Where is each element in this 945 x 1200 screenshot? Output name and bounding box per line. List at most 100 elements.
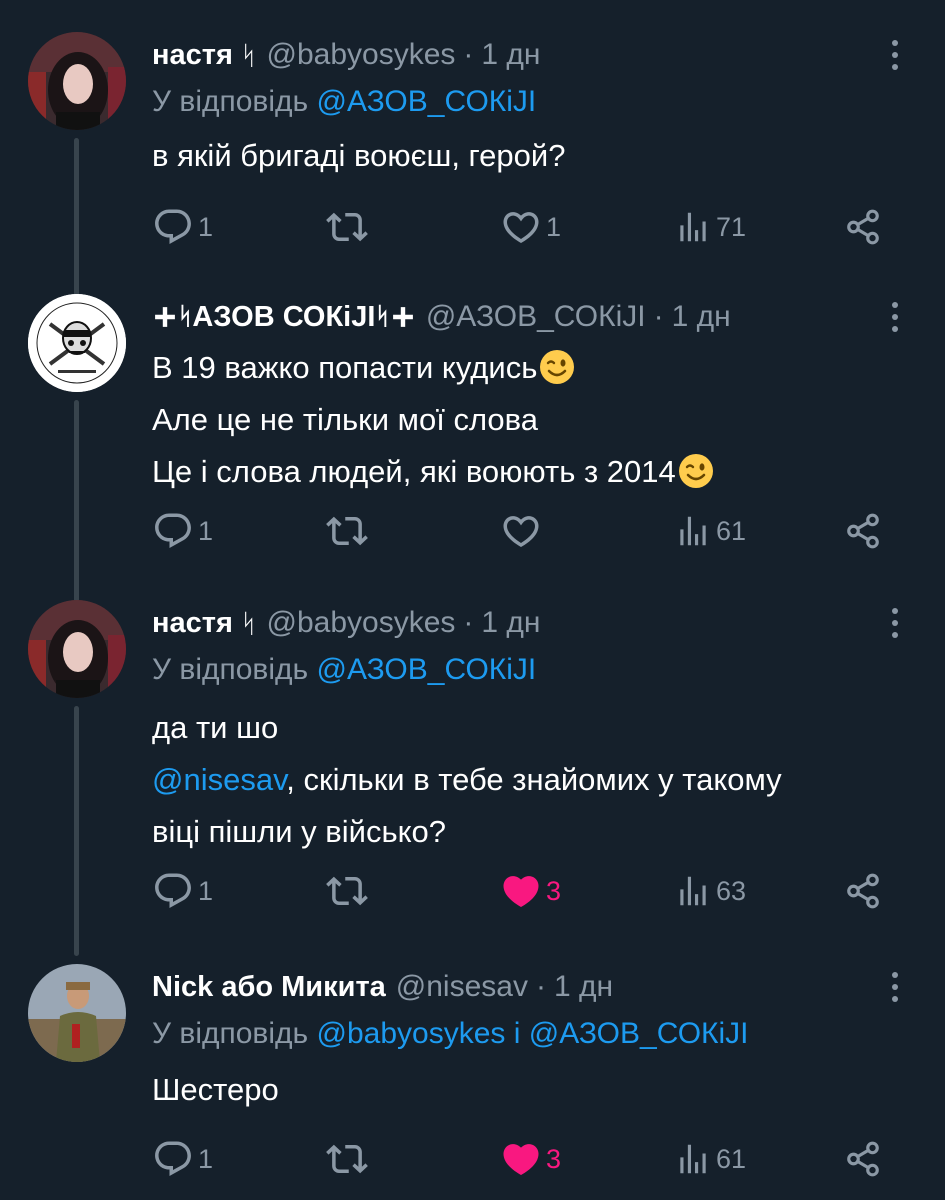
share-button[interactable] [844, 202, 882, 252]
more-options-icon[interactable] [885, 32, 905, 78]
view-count: 61 [716, 515, 747, 546]
avatar[interactable] [28, 600, 126, 698]
like-count: 3 [546, 1143, 562, 1174]
tweet-text: в якій бригаді воюєш, герой? [152, 130, 905, 182]
retweet-button[interactable] [326, 202, 372, 252]
timestamp[interactable]: 1 дн [554, 970, 613, 1004]
avatar[interactable] [28, 294, 126, 392]
reply-mention-link[interactable]: @АЗОВ_СОКiJI [529, 1017, 749, 1050]
reply-count: 1 [198, 211, 214, 242]
retweet-icon [326, 510, 368, 552]
tweet[interactable]: ᛋ АЗОВ СОКiJI ᛋ @АЗОВ_СОКiJI · 1 дн В 19… [0, 294, 945, 606]
separator-dot: · [653, 300, 664, 333]
retweet-icon [326, 1138, 368, 1180]
reply-joiner: і [513, 1017, 521, 1050]
retweet-button[interactable] [326, 506, 372, 556]
more-options-icon[interactable] [885, 294, 905, 340]
reply-icon [152, 1138, 194, 1180]
heart-icon [500, 1138, 542, 1180]
like-button[interactable]: 3 [500, 1134, 561, 1184]
share-icon [844, 512, 882, 550]
mention-link[interactable]: @nisesav [152, 762, 286, 797]
views-icon [674, 872, 712, 910]
thread-line [74, 400, 79, 606]
view-count: 61 [716, 1143, 747, 1174]
like-button[interactable]: 1 [500, 202, 561, 252]
tweet-line: В 19 важко попасти кудись [152, 342, 905, 394]
reply-button[interactable]: 1 [152, 1134, 213, 1184]
heart-icon [500, 870, 542, 912]
reply-button[interactable]: 1 [152, 866, 213, 916]
username[interactable]: @babyosykes [267, 38, 456, 72]
views-button[interactable]: 63 [674, 866, 746, 916]
tweet-header: настя ᛋ @babyosykes · 1 дн [152, 600, 905, 646]
views-icon [674, 512, 712, 550]
views-button[interactable]: 71 [674, 202, 746, 252]
views-button[interactable]: 61 [674, 1134, 746, 1184]
action-bar: 1 61 [152, 506, 905, 556]
reply-button[interactable]: 1 [152, 202, 213, 252]
share-button[interactable] [844, 1134, 882, 1184]
share-icon [844, 1140, 882, 1178]
winking-face-emoji [678, 453, 714, 489]
reply-count: 1 [198, 875, 214, 906]
tweet-line: Але це не тільки мої слова [152, 402, 538, 437]
more-options-icon[interactable] [885, 600, 905, 646]
share-icon [844, 208, 882, 246]
share-button[interactable] [844, 866, 882, 916]
reply-mention-link[interactable]: @babyosykes [317, 1017, 506, 1050]
reply-thread: настя ᛋ @babyosykes · 1 дн У відповідь @… [0, 0, 945, 1200]
views-button[interactable]: 61 [674, 506, 746, 556]
tweet-header: Nick або Микита @nisesav · 1 дн [152, 964, 905, 1010]
username[interactable]: @babyosykes [267, 606, 456, 640]
timestamp[interactable]: 1 дн [481, 38, 540, 72]
separator-dot: · [463, 38, 474, 71]
username[interactable]: @АЗОВ_СОКiJI [426, 300, 646, 334]
like-button[interactable]: 3 [500, 866, 561, 916]
reply-button[interactable]: 1 [152, 506, 213, 556]
name-symbol: ᛋ [240, 39, 257, 70]
tweet[interactable]: настя ᛋ @babyosykes · 1 дн У відповідь @… [0, 600, 945, 956]
name-symbol: ᛋ [240, 607, 257, 638]
more-options-icon[interactable] [885, 964, 905, 1010]
retweet-button[interactable] [326, 866, 372, 916]
tweet-line: віці пішли у військо? [152, 814, 447, 849]
like-count: 3 [546, 875, 562, 906]
tweet-line-text: Це і слова людей, які воюють з 2014 [152, 454, 676, 489]
name-rune-icon: ᛋ [178, 303, 193, 330]
like-count: 1 [546, 211, 562, 242]
cross-icon [392, 306, 414, 328]
display-name[interactable]: АЗОВ СОКiJI [192, 301, 375, 334]
reply-mention-link[interactable]: @АЗОВ_СОКiJI [317, 653, 537, 686]
avatar[interactable] [28, 964, 126, 1062]
display-name[interactable]: Nick або Микита [152, 971, 386, 1004]
avatar[interactable] [28, 32, 126, 130]
tweet-header: ᛋ АЗОВ СОКiJI ᛋ @АЗОВ_СОКiJI · 1 дн [152, 294, 905, 340]
tweet[interactable]: настя ᛋ @babyosykes · 1 дн У відповідь @… [0, 32, 945, 328]
display-name[interactable]: настя [152, 39, 233, 72]
retweet-button[interactable] [326, 1134, 372, 1184]
tweet-line: Шестеро [152, 1072, 279, 1107]
reply-mention-link[interactable]: @АЗОВ_СОКiJI [317, 85, 537, 118]
reply-icon [152, 510, 194, 552]
like-button[interactable] [500, 506, 546, 556]
action-bar: 1 3 63 [152, 866, 905, 916]
views-icon [674, 1140, 712, 1178]
timestamp[interactable]: 1 дн [672, 300, 731, 334]
share-button[interactable] [844, 506, 882, 556]
tweet-text: да ти шо @nisesav, скільки в тебе знайом… [152, 702, 905, 858]
replying-to: У відповідь @АЗОВ_СОКiJI [152, 78, 905, 126]
tweet-text: В 19 важко попасти кудись Але це не тіль… [152, 342, 905, 498]
timestamp[interactable]: 1 дн [481, 606, 540, 640]
action-bar: 1 3 61 [152, 1134, 905, 1184]
tweet[interactable]: Nick або Микита @nisesav · 1 дн У відпов… [0, 964, 945, 1194]
view-count: 71 [716, 211, 747, 242]
reply-icon [152, 206, 194, 248]
name-rune-icon: ᛋ [375, 303, 390, 330]
thread-line [74, 706, 79, 956]
separator-dot: · [463, 606, 474, 639]
separator-dot: · [535, 970, 546, 1003]
reply-icon [152, 870, 194, 912]
display-name[interactable]: настя [152, 607, 233, 640]
username[interactable]: @nisesav [396, 970, 528, 1004]
